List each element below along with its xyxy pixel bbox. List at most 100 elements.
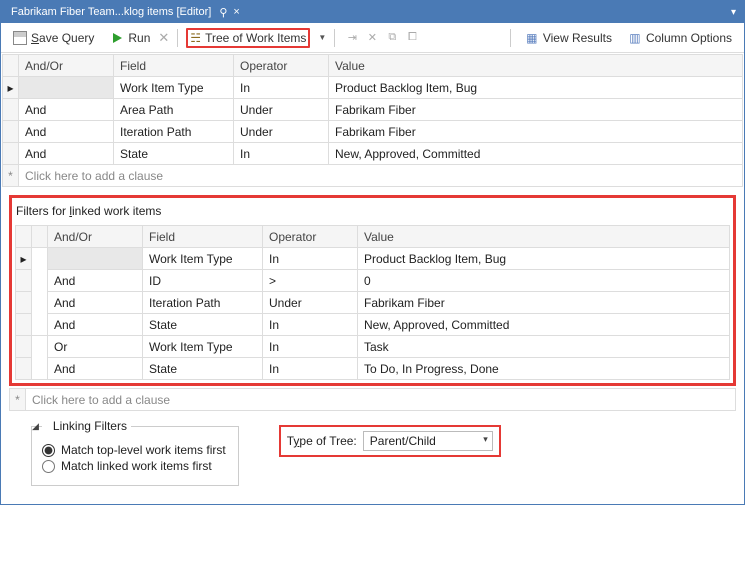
table-row[interactable]: ▸ Work Item Type In Product Backlog Item… <box>16 248 730 270</box>
field-cell[interactable]: State <box>143 314 263 336</box>
op-cell[interactable]: In <box>234 77 329 99</box>
field-cell[interactable]: ID <box>143 270 263 292</box>
value-cell[interactable]: Fabrikam Fiber <box>329 121 743 143</box>
andor-cell[interactable]: And <box>48 292 143 314</box>
value-cell[interactable]: Product Backlog Item, Bug <box>329 77 743 99</box>
add-clause-row[interactable]: * Click here to add a clause <box>3 165 743 187</box>
row-selector[interactable]: ▸ <box>3 77 19 99</box>
table-row[interactable]: Or Work Item Type In Task <box>16 336 730 358</box>
field-cell[interactable]: State <box>143 358 263 380</box>
header-row: And/Or Field Operator Value <box>3 55 743 77</box>
table-row[interactable]: And State In To Do, In Progress, Done <box>16 358 730 380</box>
value-cell[interactable]: New, Approved, Committed <box>329 143 743 165</box>
op-cell[interactable]: In <box>234 143 329 165</box>
table-row[interactable]: And Area Path Under Fabrikam Fiber <box>3 99 743 121</box>
add-clause-row[interactable]: * Click here to add a clause <box>10 389 736 411</box>
radio-input[interactable] <box>42 444 55 457</box>
op-cell[interactable]: In <box>263 358 358 380</box>
header-value: Value <box>358 226 730 248</box>
table-row[interactable]: ▸ Work Item Type In Product Backlog Item… <box>3 77 743 99</box>
table-row[interactable]: And ID > 0 <box>16 270 730 292</box>
new-row-icon: * <box>3 165 19 187</box>
tab-overflow-icon[interactable]: ▾ <box>727 7 740 18</box>
separator <box>334 29 335 47</box>
value-cell[interactable]: Fabrikam Fiber <box>329 99 743 121</box>
document-tab[interactable]: Fabrikam Fiber Team...klog items [Editor… <box>5 1 246 23</box>
op-cell[interactable]: In <box>263 336 358 358</box>
run-button[interactable]: Run <box>104 29 156 47</box>
andor-cell[interactable]: And <box>19 143 114 165</box>
chevron-down-icon[interactable]: ▼ <box>318 33 326 42</box>
header-row: And/Or Field Operator Value <box>16 226 730 248</box>
column-options-label: Column Options <box>646 31 732 45</box>
value-cell[interactable]: To Do, In Progress, Done <box>358 358 730 380</box>
andor-cell[interactable]: And <box>19 121 114 143</box>
op-cell[interactable]: Under <box>234 99 329 121</box>
main-query-table: And/Or Field Operator Value ▸ Work Item … <box>2 54 743 187</box>
row-selector[interactable] <box>16 270 32 292</box>
field-cell[interactable]: Iteration Path <box>143 292 263 314</box>
op-cell[interactable]: Under <box>234 121 329 143</box>
row-selector[interactable] <box>16 358 32 380</box>
row-selector[interactable] <box>16 292 32 314</box>
andor-cell[interactable]: And <box>48 314 143 336</box>
radio-label: Match top-level work items first <box>61 443 226 457</box>
field-cell[interactable]: Area Path <box>114 99 234 121</box>
group-icon[interactable]: ⧉ <box>383 29 401 47</box>
andor-cell[interactable]: And <box>48 270 143 292</box>
value-cell[interactable]: Product Backlog Item, Bug <box>358 248 730 270</box>
op-cell[interactable]: In <box>263 248 358 270</box>
stop-icon: ✕ <box>158 30 169 46</box>
op-cell[interactable]: Under <box>263 292 358 314</box>
row-selector[interactable]: ▸ <box>16 248 32 270</box>
value-cell[interactable]: New, Approved, Committed <box>358 314 730 336</box>
header-andor: And/Or <box>48 226 143 248</box>
op-cell[interactable]: > <box>263 270 358 292</box>
insert-clause-icon[interactable]: ⇥ <box>343 29 361 47</box>
andor-cell[interactable] <box>19 77 114 99</box>
delete-clause-icon[interactable]: ✕ <box>363 29 381 47</box>
op-cell[interactable]: In <box>263 314 358 336</box>
column-options-button[interactable]: Column Options <box>622 29 738 47</box>
field-cell[interactable]: Work Item Type <box>143 336 263 358</box>
field-cell[interactable]: Iteration Path <box>114 121 234 143</box>
view-results-button[interactable]: View Results <box>519 29 618 47</box>
field-cell[interactable]: State <box>114 143 234 165</box>
field-cell[interactable]: Work Item Type <box>114 77 234 99</box>
table-row[interactable]: And State In New, Approved, Committed <box>16 314 730 336</box>
match-linked-radio[interactable]: Match linked work items first <box>42 459 226 473</box>
ungroup-icon[interactable]: ⧠ <box>403 29 421 47</box>
andor-cell[interactable] <box>48 248 143 270</box>
type-of-tree-label: Type of Tree: <box>287 434 357 448</box>
field-cell[interactable]: Work Item Type <box>143 248 263 270</box>
row-selector[interactable] <box>3 99 19 121</box>
group-bracket <box>32 336 48 380</box>
table-row[interactable]: And Iteration Path Under Fabrikam Fiber <box>3 121 743 143</box>
disclosure-icon[interactable]: ◢ <box>32 421 39 431</box>
andor-cell[interactable]: And <box>19 99 114 121</box>
row-selector[interactable] <box>3 121 19 143</box>
row-selector[interactable] <box>16 314 32 336</box>
add-clause-text[interactable]: Click here to add a clause <box>19 165 743 187</box>
header-field: Field <box>143 226 263 248</box>
value-cell[interactable]: 0 <box>358 270 730 292</box>
radio-input[interactable] <box>42 460 55 473</box>
value-cell[interactable]: Fabrikam Fiber <box>358 292 730 314</box>
row-selector[interactable] <box>16 336 32 358</box>
query-type-dropdown[interactable]: ☵ Tree of Work Items <box>186 28 310 48</box>
header-value: Value <box>329 55 743 77</box>
andor-cell[interactable]: Or <box>48 336 143 358</box>
grid-icon <box>525 31 539 45</box>
table-row[interactable]: And Iteration Path Under Fabrikam Fiber <box>16 292 730 314</box>
value-cell[interactable]: Task <box>358 336 730 358</box>
match-top-level-radio[interactable]: Match top-level work items first <box>42 443 226 457</box>
pin-icon[interactable]: ⚲ <box>219 6 227 19</box>
type-of-tree-combo[interactable]: Parent/Child <box>363 431 493 451</box>
row-selector[interactable] <box>3 143 19 165</box>
save-query-button[interactable]: Save Query <box>7 29 100 47</box>
tab-close-icon[interactable]: × <box>233 6 239 18</box>
editor-window: Fabrikam Fiber Team...klog items [Editor… <box>0 0 745 505</box>
andor-cell[interactable]: And <box>48 358 143 380</box>
table-row[interactable]: And State In New, Approved, Committed <box>3 143 743 165</box>
add-clause-text[interactable]: Click here to add a clause <box>26 389 736 411</box>
